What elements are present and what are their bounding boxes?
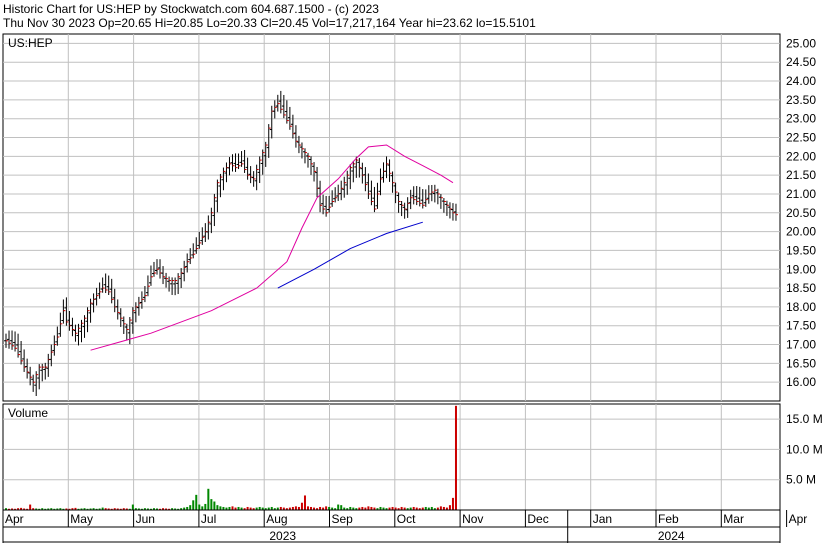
volume-bar bbox=[216, 505, 219, 510]
price-tick-label: 21.00 bbox=[786, 187, 816, 201]
volume-bar bbox=[300, 502, 303, 510]
volume-bar bbox=[439, 506, 442, 510]
price-tick-label: 23.00 bbox=[786, 112, 816, 126]
volume-tick-label: 10.0 M bbox=[786, 442, 823, 456]
price-tick-label: 22.00 bbox=[786, 149, 816, 163]
month-label: Sep bbox=[332, 512, 354, 526]
month-label: Aug bbox=[266, 512, 287, 526]
volume-bar bbox=[192, 500, 195, 510]
symbol-label: US:HEP bbox=[8, 36, 53, 50]
price-tick-label: 24.50 bbox=[786, 55, 816, 69]
price-tick-label: 25.00 bbox=[786, 36, 816, 50]
price-tick-label: 20.50 bbox=[786, 206, 816, 220]
month-label: Feb bbox=[658, 512, 679, 526]
price-panel: 16.00 16.50 17.00 17.50 18.00 18.50 19.00 19.50… bbox=[2, 33, 816, 402]
stock-chart: 16.00 16.50 17.00 17.50 18.00 18.50 19.00 19.50… bbox=[2, 33, 823, 543]
price-panel-frame bbox=[2, 33, 781, 402]
price-tick-label: 23.50 bbox=[786, 93, 816, 107]
volume-bar bbox=[207, 488, 210, 510]
volume-bar bbox=[29, 504, 32, 510]
month-label: Jun bbox=[136, 512, 155, 526]
volume-bar bbox=[303, 495, 306, 510]
volume-bar bbox=[367, 506, 370, 510]
volume-bar bbox=[231, 506, 234, 510]
month-label: May bbox=[70, 512, 93, 526]
price-tick-label: 16.00 bbox=[786, 375, 816, 389]
price-tick-label: 18.00 bbox=[786, 300, 816, 314]
time-axis: Apr May Jun Jul Aug Sep Oct Nov Dec Jan Feb Mar Apr 2… bbox=[2, 509, 808, 543]
volume-bar bbox=[189, 505, 192, 510]
month-label: Oct bbox=[397, 512, 416, 526]
volume-bar bbox=[204, 503, 207, 510]
price-tick-label: 19.50 bbox=[786, 243, 816, 257]
month-label: Dec bbox=[527, 512, 548, 526]
volume-bar bbox=[210, 499, 213, 510]
price-tick-label: 16.50 bbox=[786, 356, 816, 370]
volume-bar bbox=[198, 504, 201, 510]
volume-bar bbox=[201, 506, 204, 510]
volume-tick-label: 5.0 M bbox=[786, 473, 816, 487]
volume-bar bbox=[307, 506, 309, 510]
price-tick-label: 20.00 bbox=[786, 225, 816, 239]
volume-bar bbox=[219, 506, 222, 510]
volume-bar bbox=[448, 505, 451, 510]
month-label: Jul bbox=[201, 512, 216, 526]
volume-panel: 5.0 M 10.0 M 15.0 M Volume bbox=[2, 403, 823, 511]
volume-label: Volume bbox=[8, 406, 48, 420]
volume-tick-label: 15.0 M bbox=[786, 412, 823, 426]
volume-bar bbox=[451, 497, 454, 510]
price-tick-label: 17.00 bbox=[786, 338, 816, 352]
year-label: 2024 bbox=[658, 529, 685, 543]
month-label: Jan bbox=[593, 512, 612, 526]
month-label: Apr bbox=[789, 512, 808, 526]
price-tick-label: 21.50 bbox=[786, 168, 816, 182]
price-tick-label: 19.00 bbox=[786, 262, 816, 276]
month-label: Apr bbox=[5, 512, 24, 526]
volume-bar bbox=[294, 506, 297, 510]
price-tick-label: 22.50 bbox=[786, 131, 816, 145]
month-label: Mar bbox=[723, 512, 744, 526]
volume-bar bbox=[337, 504, 340, 510]
month-label: Nov bbox=[462, 512, 483, 526]
price-tick-label: 24.00 bbox=[786, 74, 816, 88]
price-tick-label: 18.50 bbox=[786, 281, 816, 295]
year-label: 2023 bbox=[269, 529, 296, 543]
volume-bar bbox=[454, 405, 457, 510]
volume-bar bbox=[131, 504, 134, 510]
volume-bar bbox=[340, 505, 343, 510]
volume-bar bbox=[325, 506, 328, 510]
volume-panel-frame bbox=[2, 403, 781, 511]
volume-bar bbox=[195, 494, 198, 510]
price-tick-label: 17.50 bbox=[786, 319, 816, 333]
volume-bar bbox=[213, 501, 216, 510]
